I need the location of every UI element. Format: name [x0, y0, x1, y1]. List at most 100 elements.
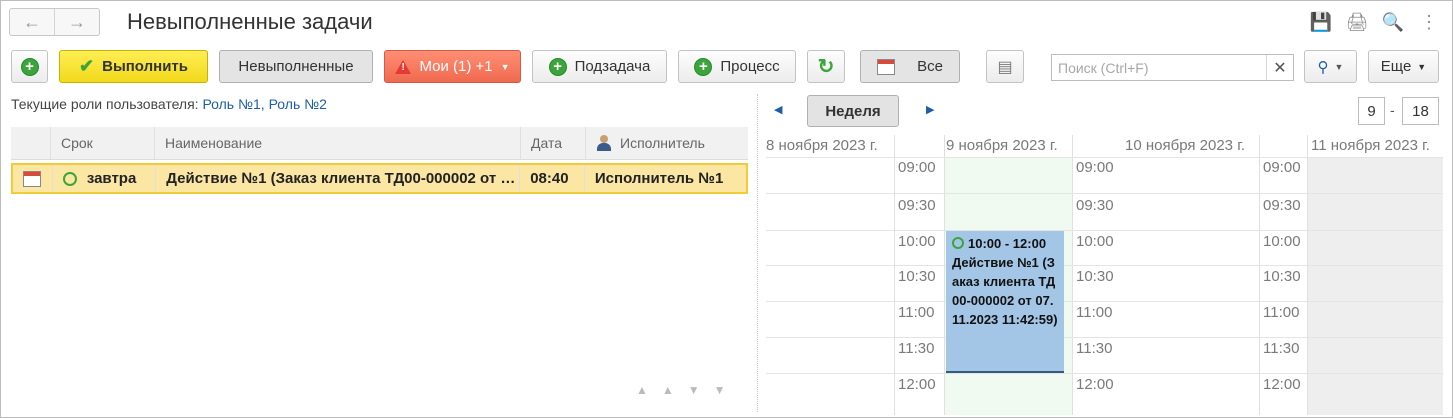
time-label: 09:00 — [898, 159, 936, 176]
create-button[interactable]: + — [11, 50, 48, 83]
header-assignee[interactable]: Исполнитель — [586, 127, 748, 159]
print-icon[interactable]: 🖨 — [1345, 10, 1369, 34]
mine-label: Мои (1) +1 — [419, 58, 493, 75]
time-label: 09:30 — [1076, 197, 1114, 214]
header-name[interactable]: Наименование — [155, 127, 521, 159]
week-calendar: 8 ноября 2023 г. 9 ноября 2023 г. 10 ноя… — [766, 135, 1443, 415]
event-time: 10:00 - 12:00 — [968, 236, 1047, 251]
table-settings-icon: ▤ — [997, 58, 1013, 76]
time-label: 12:00 — [1076, 376, 1114, 393]
next-period-icon[interactable]: ▶ — [926, 103, 934, 116]
pane-splitter[interactable] — [757, 94, 758, 412]
time-label: 11:30 — [1263, 340, 1300, 357]
all-label: Все — [917, 58, 943, 75]
table-header: Срок Наименование Дата Исполнитель — [11, 127, 748, 160]
week-view-button[interactable]: Неделя — [807, 95, 899, 127]
day-header: 10 ноября 2023 г. — [1125, 137, 1245, 154]
preview-icon[interactable]: 🔍 — [1381, 10, 1405, 34]
mine-filter-button[interactable]: ! Мои (1) +1 ▼ — [384, 50, 521, 83]
day-header: 11 ноября 2023 г. — [1311, 137, 1430, 154]
row-task-icon-cell — [13, 165, 53, 192]
settings-button[interactable]: ▤ — [986, 50, 1024, 83]
time-label: 09:30 — [898, 197, 936, 214]
dropdown-caret-icon: ▼ — [500, 61, 510, 72]
process-button[interactable]: + Процесс — [678, 50, 796, 83]
first-page-icon[interactable]: ▲ — [636, 383, 648, 397]
plus-icon: + — [548, 57, 567, 76]
status-circle-icon — [62, 171, 77, 186]
day-header: 8 ноября 2023 г. — [766, 137, 878, 154]
time-label: 10:30 — [898, 268, 936, 285]
time-label: 10:00 — [1076, 233, 1114, 250]
magnifier-icon: ⚲ — [1317, 58, 1329, 76]
time-label: 11:00 — [1076, 304, 1113, 321]
search-box: ✕ — [1051, 54, 1294, 81]
more-label: Еще — [1380, 58, 1412, 75]
time-label: 12:00 — [1263, 376, 1301, 393]
tasks-table: Срок Наименование Дата Исполнитель завтр… — [11, 127, 748, 194]
time-label: 10:30 — [1076, 268, 1114, 285]
row-assignee: Исполнитель №1 — [594, 170, 724, 187]
subtask-button[interactable]: + Подзадача — [532, 50, 667, 83]
task-icon — [23, 170, 41, 187]
row-date: 08:40 — [520, 165, 585, 192]
subtask-label: Подзадача — [574, 58, 651, 75]
header-date[interactable]: Дата — [521, 127, 586, 159]
table-row[interactable]: завтра Действие №1 (Заказ клиента ТД00-0… — [11, 163, 748, 194]
slot-line — [766, 265, 1443, 266]
day-column[interactable] — [766, 157, 894, 415]
dropdown-caret-icon: ▼ — [1417, 61, 1427, 72]
row-due: завтра — [86, 170, 137, 187]
header-icon-column — [11, 127, 51, 159]
back-arrow-icon[interactable]: ← — [10, 9, 54, 35]
process-label: Процесс — [720, 58, 780, 75]
navigation-buttons: ← → — [9, 8, 100, 36]
forward-arrow-icon[interactable]: → — [54, 9, 99, 35]
search-input[interactable] — [1052, 55, 1266, 80]
more-button[interactable]: Еще ▼ — [1368, 50, 1439, 83]
table-pager: ▲ ▲ ▼ ▼ — [636, 383, 726, 397]
plus-icon: + — [20, 57, 39, 76]
header-due[interactable]: Срок — [51, 127, 155, 159]
slot-line — [766, 157, 1443, 158]
time-label: 12:00 — [898, 376, 936, 393]
calendar-event[interactable]: 10:00 - 12:00 Действие №1 (Заказ клиента… — [946, 231, 1064, 373]
clear-search-icon[interactable]: ✕ — [1266, 55, 1293, 80]
day-column-weekend[interactable] — [1307, 157, 1443, 415]
time-label: 09:00 — [1076, 159, 1114, 176]
refresh-button[interactable]: ↻ — [807, 50, 845, 83]
more-vertical-icon[interactable]: ⋮ — [1417, 10, 1441, 34]
header-assignee-label: Исполнитель — [620, 135, 705, 151]
time-label: 11:00 — [1263, 304, 1300, 321]
status-circle-icon — [952, 237, 964, 249]
time-label: 10:00 — [1263, 233, 1301, 250]
prev-page-icon[interactable]: ▲ — [662, 383, 674, 397]
event-text: Действие №1 (Заказ клиента ТД00-000002 о… — [952, 255, 1058, 327]
calendar-icon — [877, 58, 896, 75]
save-icon[interactable]: 💾 — [1309, 10, 1333, 34]
unfinished-label: Невыполненные — [238, 58, 354, 75]
hour-from-field[interactable]: 9 — [1358, 97, 1385, 125]
time-label: 09:30 — [1263, 197, 1301, 214]
time-label: 10:30 — [1263, 268, 1301, 285]
execute-button[interactable]: ✔ Выполнить — [59, 50, 208, 83]
search-options-button[interactable]: ⚲ ▼ — [1304, 50, 1357, 83]
execute-label: Выполнить — [102, 58, 188, 75]
prev-period-icon[interactable]: ◀ — [774, 103, 782, 116]
next-page-icon[interactable]: ▼ — [688, 383, 700, 397]
time-label: 09:00 — [1263, 159, 1301, 176]
time-label: 11:00 — [898, 304, 935, 321]
time-label: 10:00 — [898, 233, 936, 250]
row-name: Действие №1 (Заказ клиента ТД00-000002 о… — [156, 165, 521, 192]
plus-icon: + — [694, 57, 713, 76]
person-icon — [596, 135, 612, 151]
last-page-icon[interactable]: ▼ — [714, 383, 726, 397]
title-actions: 💾 🖨 🔍 ⋮ — [1309, 10, 1441, 34]
time-label: 11:30 — [1076, 340, 1113, 357]
refresh-icon: ↻ — [817, 56, 835, 78]
hour-to-field[interactable]: 18 — [1402, 97, 1439, 125]
slot-line — [766, 230, 1443, 231]
all-filter-button[interactable]: Все — [860, 50, 960, 83]
unfinished-toggle[interactable]: Невыполненные — [219, 50, 373, 83]
roles-links[interactable]: Роль №1, Роль №2 — [202, 96, 327, 112]
